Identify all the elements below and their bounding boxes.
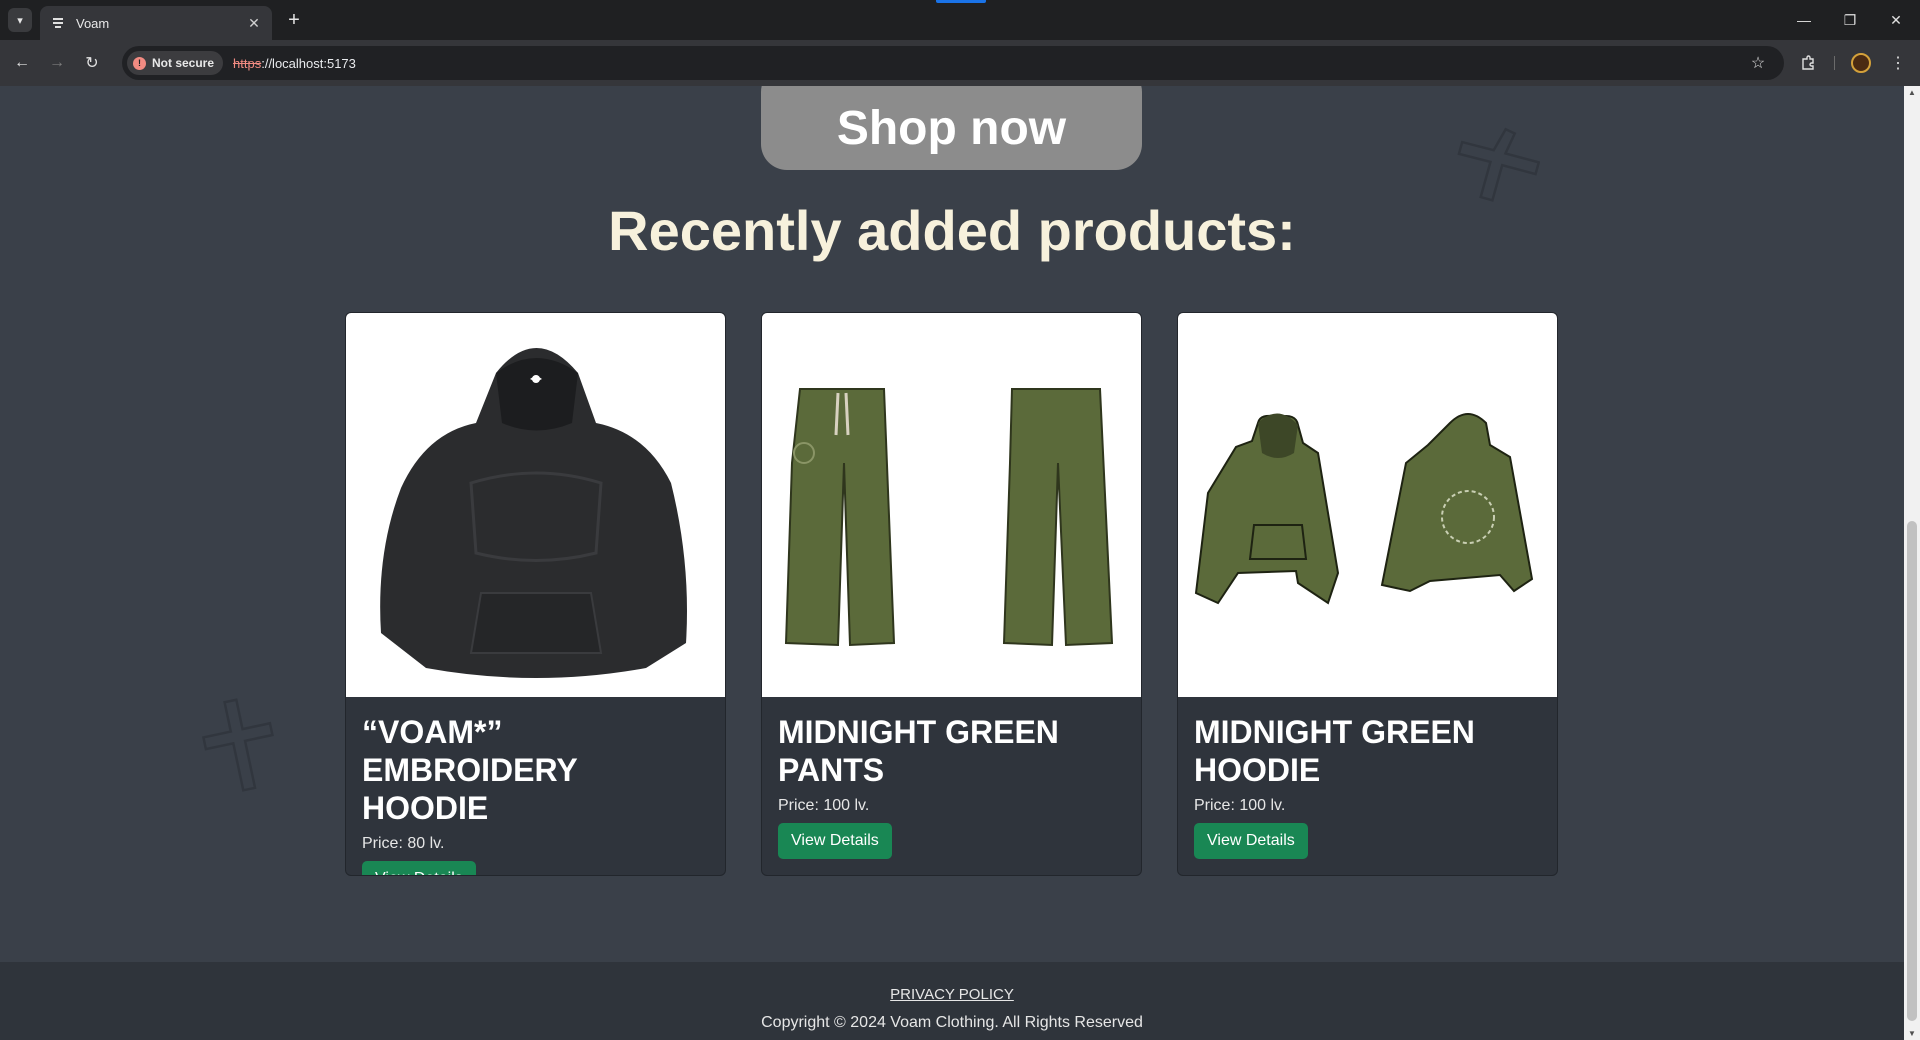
product-image-green-pants[interactable] (762, 313, 1141, 697)
product-price: Price: 100 lv. (778, 797, 870, 814)
view-details-button[interactable]: View Details (1194, 823, 1308, 859)
browser-menu-icon[interactable]: ⋮ (1886, 51, 1910, 75)
toolbar-divider (1834, 56, 1835, 70)
view-details-button[interactable]: View Details (362, 861, 476, 875)
cross-decoration-icon (201, 698, 274, 792)
product-price: Price: 80 lv. (362, 835, 445, 852)
url-text[interactable]: https://localhost:5173 (233, 56, 356, 71)
forward-arrow-icon[interactable]: → (45, 51, 69, 75)
browser-tab[interactable]: Voam ✕ (40, 6, 272, 40)
profile-avatar[interactable] (1851, 53, 1871, 73)
scroll-up-arrow-icon[interactable]: ▲ (1908, 88, 1916, 97)
product-name: MIDNIGHT GREEN PANTS (778, 714, 1059, 788)
window-close-icon[interactable]: ✕ (1882, 8, 1910, 32)
privacy-policy-link[interactable]: PRIVACY POLICY (0, 986, 1904, 1003)
extensions-puzzle-icon[interactable] (1796, 51, 1820, 75)
site-footer: PRIVACY POLICY Copyright © 2024 Voam Clo… (0, 962, 1904, 1040)
copyright-text: Copyright © 2024 Voam Clothing. All Righ… (761, 1014, 1143, 1031)
shop-now-button[interactable]: Shop now (761, 86, 1142, 170)
browser-tab-bar: ▾ Voam ✕ + — ❐ ✕ (0, 0, 1920, 40)
back-arrow-icon[interactable]: ← (10, 51, 34, 75)
restore-icon[interactable]: ❐ (1836, 8, 1864, 32)
scroll-down-arrow-icon[interactable]: ▼ (1908, 1029, 1916, 1038)
not-secure-icon: ! (133, 56, 146, 70)
security-chip[interactable]: ! Not secure (127, 51, 224, 75)
site-favicon-icon (50, 15, 66, 31)
product-name: MIDNIGHT GREEN HOODIE (1194, 714, 1475, 788)
product-image-black-hoodie[interactable] (346, 313, 725, 697)
cross-decoration-icon (1457, 127, 1540, 202)
reload-icon[interactable]: ↻ (80, 51, 104, 75)
scrollbar-thumb[interactable] (1907, 521, 1917, 1021)
product-image-green-hoodie[interactable] (1178, 313, 1557, 697)
product-card: “VOAM*” EMBROIDERY HOODIE Price: 80 lv. … (345, 312, 726, 876)
minimize-icon[interactable]: — (1790, 8, 1818, 32)
close-tab-icon[interactable]: ✕ (246, 15, 262, 31)
recently-added-heading: Recently added products: (608, 199, 1296, 262)
tab-list-chevron-icon[interactable]: ▾ (8, 8, 32, 32)
product-card: MIDNIGHT GREEN HOODIE Price: 100 lv. Vie… (1177, 312, 1558, 876)
security-label: Not secure (152, 56, 215, 70)
address-bar[interactable]: ! Not secure https://localhost:5173 (122, 46, 1784, 80)
page-viewport: Shop now Recently added products: “VOAM*… (0, 86, 1904, 1040)
new-tab-icon[interactable]: + (282, 8, 306, 32)
product-card: MIDNIGHT GREEN PANTS Price: 100 lv. View… (761, 312, 1142, 876)
product-price: Price: 100 lv. (1194, 797, 1286, 814)
browser-toolbar: ← → ↻ ! Not secure https://localhost:517… (0, 40, 1920, 86)
view-details-button[interactable]: View Details (778, 823, 892, 859)
bookmark-star-icon[interactable]: ☆ (1746, 51, 1770, 75)
product-name: “VOAM*” EMBROIDERY HOODIE (362, 714, 578, 826)
tab-title: Voam (76, 15, 110, 31)
page-scrollbar[interactable]: ▲ ▼ (1904, 86, 1920, 1040)
loading-accent (936, 0, 986, 3)
url-scheme: https (233, 55, 262, 71)
url-host: ://localhost:5173 (261, 55, 356, 71)
